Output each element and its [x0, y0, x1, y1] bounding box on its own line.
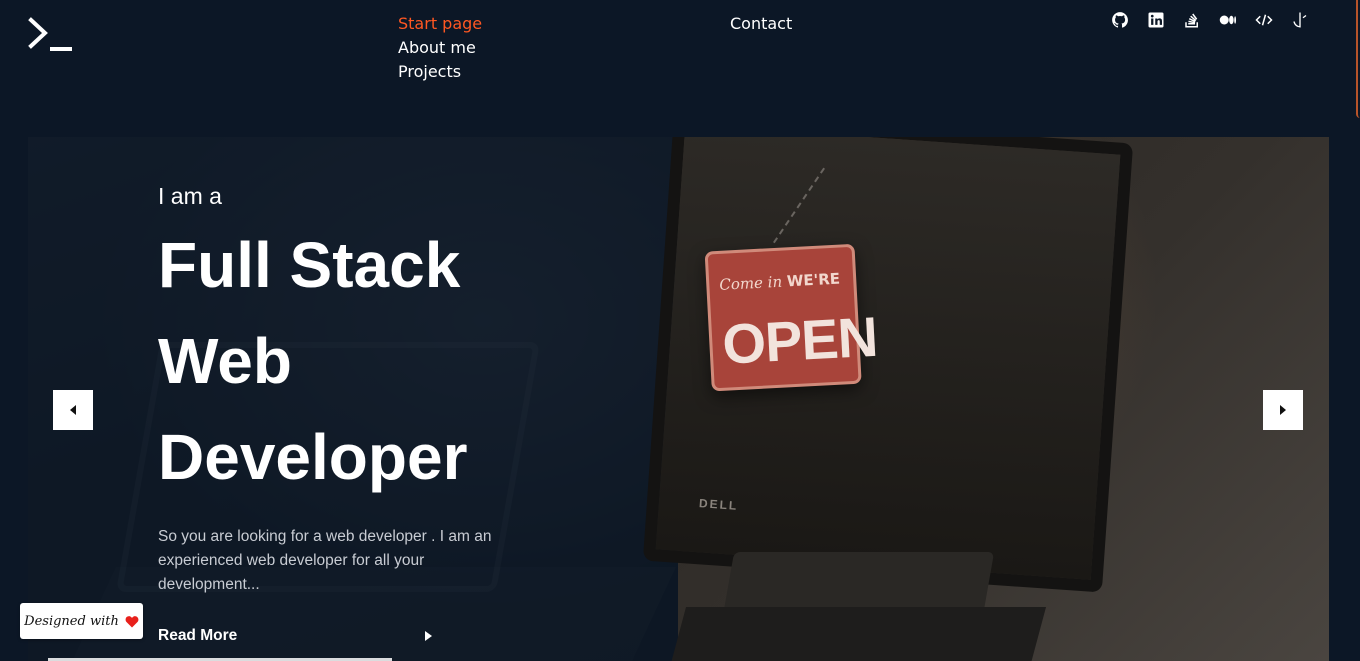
hero-image: Come in WE'RE OPEN DELL: [642, 137, 1329, 661]
hero-description: So you are looking for a web developer .…: [158, 528, 492, 593]
chevron-right-icon: [425, 631, 432, 641]
hero-title-line: Full Stack: [158, 229, 461, 301]
designed-with-badge[interactable]: Designed with: [20, 603, 143, 639]
read-more-link[interactable]: Read More: [158, 627, 434, 645]
hero-pre-title: I am a: [158, 183, 222, 209]
caret-right-icon: [1280, 405, 1286, 415]
code-icon[interactable]: [1254, 10, 1274, 30]
unknown-app-icon[interactable]: [1290, 10, 1310, 30]
monitor-brand: DELL: [698, 496, 739, 513]
medium-icon[interactable]: [1218, 10, 1238, 30]
monitor-screen: Come in WE'RE OPEN DELL: [655, 137, 1121, 580]
hero-carousel: Come in WE'RE OPEN DELL I am a Full Stac…: [28, 137, 1329, 661]
terminal-logo-icon[interactable]: [28, 16, 74, 54]
monitor-illustration: Come in WE'RE OPEN DELL: [642, 137, 1134, 593]
open-sign-big-text: OPEN: [720, 304, 879, 376]
sign-chain: [773, 167, 825, 244]
caret-left-icon: [70, 405, 76, 415]
carousel-next-button[interactable]: [1263, 390, 1303, 430]
badge-label: Designed with: [24, 613, 119, 629]
desk-keyboard: [669, 607, 1047, 661]
page: Start page About me Projects Contact Com…: [0, 0, 1360, 661]
hero-text: I am a Full Stack Web Developer So you a…: [158, 181, 658, 597]
hero-title-line: Web: [158, 325, 292, 397]
main-nav: Start page About me Projects: [398, 12, 482, 84]
hero-title: Full Stack Web Developer: [158, 217, 658, 505]
stackoverflow-icon[interactable]: [1182, 10, 1202, 30]
nav-start-page[interactable]: Start page: [398, 12, 482, 36]
nav-about-me[interactable]: About me: [398, 36, 482, 60]
heart-icon: [125, 615, 139, 627]
nav-contact[interactable]: Contact: [730, 12, 792, 36]
open-sign: Come in WE'RE OPEN: [704, 243, 879, 392]
social-links: [1110, 10, 1310, 30]
linkedin-icon[interactable]: [1146, 10, 1166, 30]
hero-title-line: Developer: [158, 421, 468, 493]
read-more-label: Read More: [158, 627, 238, 644]
carousel-prev-button[interactable]: [53, 390, 93, 430]
edge-accent: [1356, 0, 1360, 118]
github-icon[interactable]: [1110, 10, 1130, 30]
open-sign-small-text: Come in WE'RE: [718, 269, 841, 294]
nav-projects[interactable]: Projects: [398, 60, 482, 84]
nav-contact-wrap: Contact: [730, 12, 792, 36]
